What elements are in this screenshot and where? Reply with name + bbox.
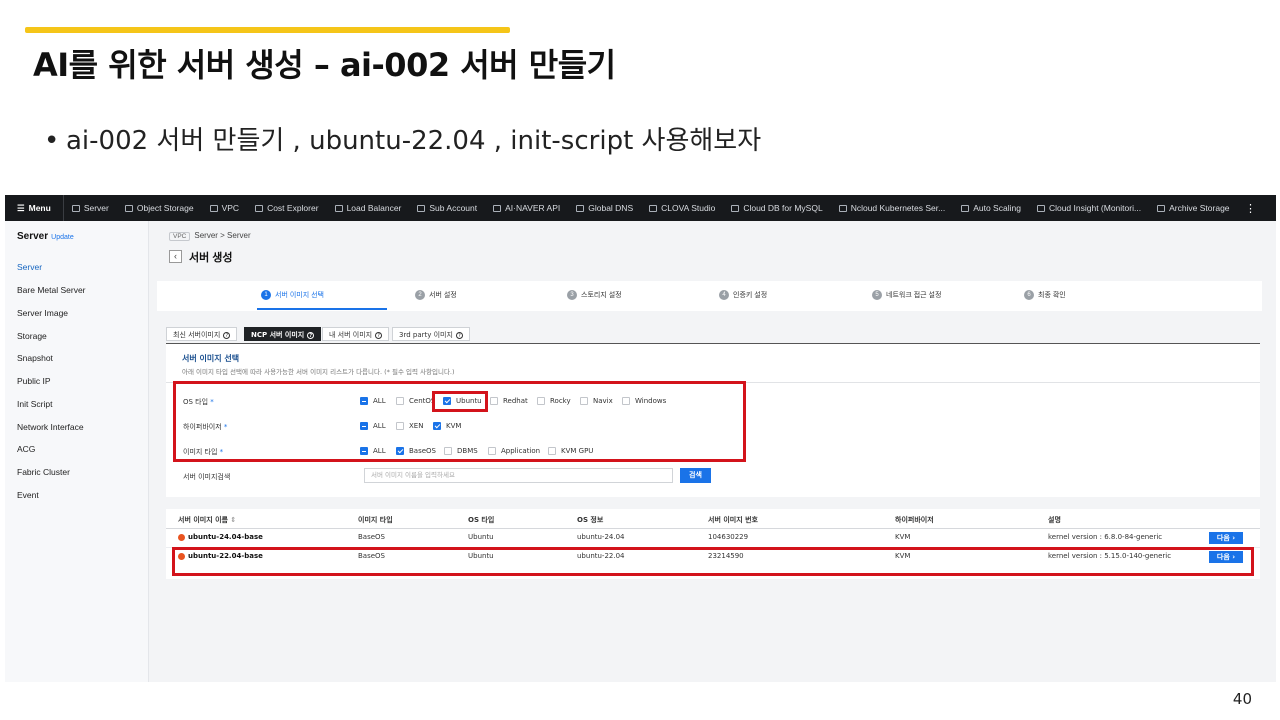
os-type: Ubuntu <box>468 533 494 541</box>
nav-item-load-balancer[interactable]: Load Balancer <box>327 195 410 221</box>
api-icon <box>493 204 502 212</box>
bullet-text: ai-002 서버 만들기 , ubuntu-22.04 , init-scri… <box>66 126 762 156</box>
account-icon <box>417 204 426 212</box>
sidebar-item-storage[interactable]: Storage <box>17 331 47 341</box>
clova-icon <box>649 204 658 212</box>
scaling-icon <box>961 204 970 212</box>
column-header-os-info: OS 정보 <box>577 516 604 524</box>
help-icon[interactable]: ? <box>223 331 231 339</box>
os-info: ubuntu-24.04 <box>577 533 625 541</box>
tab-3rd-party-images[interactable]: 3rd party 이미지? <box>392 327 470 341</box>
filter-description: 아래 이미지 타입 선택에 따라 사용가능한 서버 이미지 리스트가 다릅니다.… <box>182 368 455 376</box>
step-network-access[interactable]: 5 네트워크 접근 설정 <box>872 290 941 300</box>
page-title: 서버 생성 <box>189 252 233 264</box>
slide: AI를 위한 서버 생성 – ai-002 서버 만들기 • ai-002 서버 … <box>0 0 1280 720</box>
column-header-os-type: OS 타입 <box>468 516 495 524</box>
step-server-image[interactable]: 1 서버 이미지 선택 <box>261 290 324 300</box>
column-header-image-type: 이미지 타입 <box>358 516 393 524</box>
archive-icon <box>1157 204 1166 212</box>
sidebar-item-event[interactable]: Event <box>17 490 39 500</box>
dns-icon <box>576 204 585 212</box>
sidebar-item-snapshot[interactable]: Snapshot <box>17 353 53 363</box>
nav-item-ai-naver-api[interactable]: AI·NAVER API <box>485 195 568 221</box>
highlight-box-ubuntu-22-row <box>172 547 1254 576</box>
menu-button[interactable]: ☰ Menu <box>5 195 64 221</box>
sidebar-title: Server Update <box>17 231 74 242</box>
nav-item-archive-storage[interactable]: Archive Storage <box>1149 195 1237 221</box>
nav-item-vpc[interactable]: VPC <box>202 195 247 221</box>
active-step-underline <box>257 308 387 310</box>
sidebar: Server Update Server Bare Metal Server Se… <box>5 221 149 682</box>
page-number: 40 <box>1232 690 1252 708</box>
nav-item-object-storage[interactable]: Object Storage <box>117 195 202 221</box>
nav-item-clova-studio[interactable]: CLOVA Studio <box>641 195 723 221</box>
step-server-settings[interactable]: 2 서버 설정 <box>415 290 457 300</box>
step-final-review[interactable]: 6 최종 확인 <box>1024 290 1066 300</box>
tab-my-images[interactable]: 내 서버 이미지? <box>322 327 390 341</box>
nav-item-auto-scaling[interactable]: Auto Scaling <box>953 195 1029 221</box>
vpc-badge: VPC <box>169 232 191 241</box>
accent-bar <box>25 27 510 33</box>
bullet-point: • ai-002 서버 만들기 , ubuntu-22.04 , init-scr… <box>44 120 761 157</box>
nav-item-sub-account[interactable]: Sub Account <box>409 195 485 221</box>
column-header-hypervisor: 하이퍼바이저 <box>895 516 934 524</box>
filter-title: 서버 이미지 선택 <box>182 354 240 363</box>
column-header-name[interactable]: 서버 이미지 이름 ⇕ <box>178 515 236 525</box>
table-row[interactable]: ubuntu-24.04-base BaseOS Ubuntu ubuntu-2… <box>166 529 1260 547</box>
image-number: 104630229 <box>708 533 749 541</box>
step-auth-key[interactable]: 4 인증키 설정 <box>719 290 767 300</box>
sidebar-item-init-script[interactable]: Init Script <box>17 399 52 409</box>
nav-item-kubernetes[interactable]: Ncloud Kubernetes Ser... <box>831 195 954 221</box>
sidebar-item-server[interactable]: Server <box>17 262 42 272</box>
bullet-dot-icon: • <box>44 126 60 156</box>
update-badge: Update <box>51 234 74 241</box>
tab-ncp-images[interactable]: NCP 서버 이미지? <box>244 327 322 341</box>
nav-item-server[interactable]: Server <box>64 195 117 221</box>
tab-latest-images[interactable]: 최신 서버이미지? <box>166 327 238 341</box>
column-header-description: 설명 <box>1048 516 1061 524</box>
step-storage-settings[interactable]: 3 스토리지 설정 <box>567 290 622 300</box>
column-header-image-number: 서버 이미지 번호 <box>708 516 758 524</box>
help-icon[interactable]: ? <box>375 331 383 339</box>
sidebar-item-acg[interactable]: ACG <box>17 444 35 454</box>
server-image-search-input[interactable]: 서버 이미지 이름을 입력하세요 <box>364 468 673 483</box>
image-name: ubuntu-24.04-base <box>178 533 263 541</box>
nav-item-global-dns[interactable]: Global DNS <box>568 195 641 221</box>
storage-icon <box>124 204 133 212</box>
hypervisor: KVM <box>895 533 911 541</box>
search-button[interactable]: 검색 <box>680 468 711 483</box>
vpc-icon <box>209 204 218 212</box>
description: kernel version : 6.8.0-84-generic <box>1048 533 1163 541</box>
cost-icon <box>255 204 264 212</box>
kubernetes-icon <box>838 204 847 212</box>
help-icon[interactable]: ? <box>307 331 315 339</box>
sidebar-item-public-ip[interactable]: Public IP <box>17 376 51 386</box>
database-icon <box>731 204 740 212</box>
breadcrumb: VPC Server > Server <box>169 231 251 241</box>
back-button[interactable]: ‹ <box>169 250 182 263</box>
top-navigation: ☰ Menu Server Object Storage VPC Cost Exp… <box>5 195 1276 221</box>
server-icon <box>71 204 80 212</box>
next-button[interactable]: 다음 › <box>1209 532 1243 544</box>
nav-item-cloud-insight[interactable]: Cloud Insight (Monitori... <box>1029 195 1149 221</box>
hamburger-icon: ☰ <box>17 202 25 213</box>
help-icon[interactable]: ? <box>455 331 463 339</box>
sidebar-item-server-image[interactable]: Server Image <box>17 308 68 318</box>
wizard-steps: 1 서버 이미지 선택 2 서버 설정 3 스토리지 설정 4 인증키 설정 5 네트워크… <box>157 281 1262 311</box>
sidebar-item-fabric-cluster[interactable]: Fabric Cluster <box>17 467 70 477</box>
sidebar-item-network-interface[interactable]: Network Interface <box>17 422 84 432</box>
sort-icon: ⇕ <box>230 516 237 524</box>
monitoring-icon <box>1036 204 1045 212</box>
highlight-box-ubuntu <box>432 391 488 412</box>
search-label: 서버 이미지검색 <box>183 473 231 481</box>
nav-item-cost-explorer[interactable]: Cost Explorer <box>247 195 327 221</box>
nav-item-cloud-db-mysql[interactable]: Cloud DB for MySQL <box>723 195 830 221</box>
image-type: BaseOS <box>358 533 385 541</box>
sidebar-item-bare-metal-server[interactable]: Bare Metal Server <box>17 285 86 295</box>
slide-title: AI를 위한 서버 생성 – ai-002 서버 만들기 <box>33 46 616 84</box>
ubuntu-icon <box>178 533 185 541</box>
load-balancer-icon <box>334 204 343 212</box>
more-options-icon[interactable]: ⋮ <box>1245 202 1276 215</box>
